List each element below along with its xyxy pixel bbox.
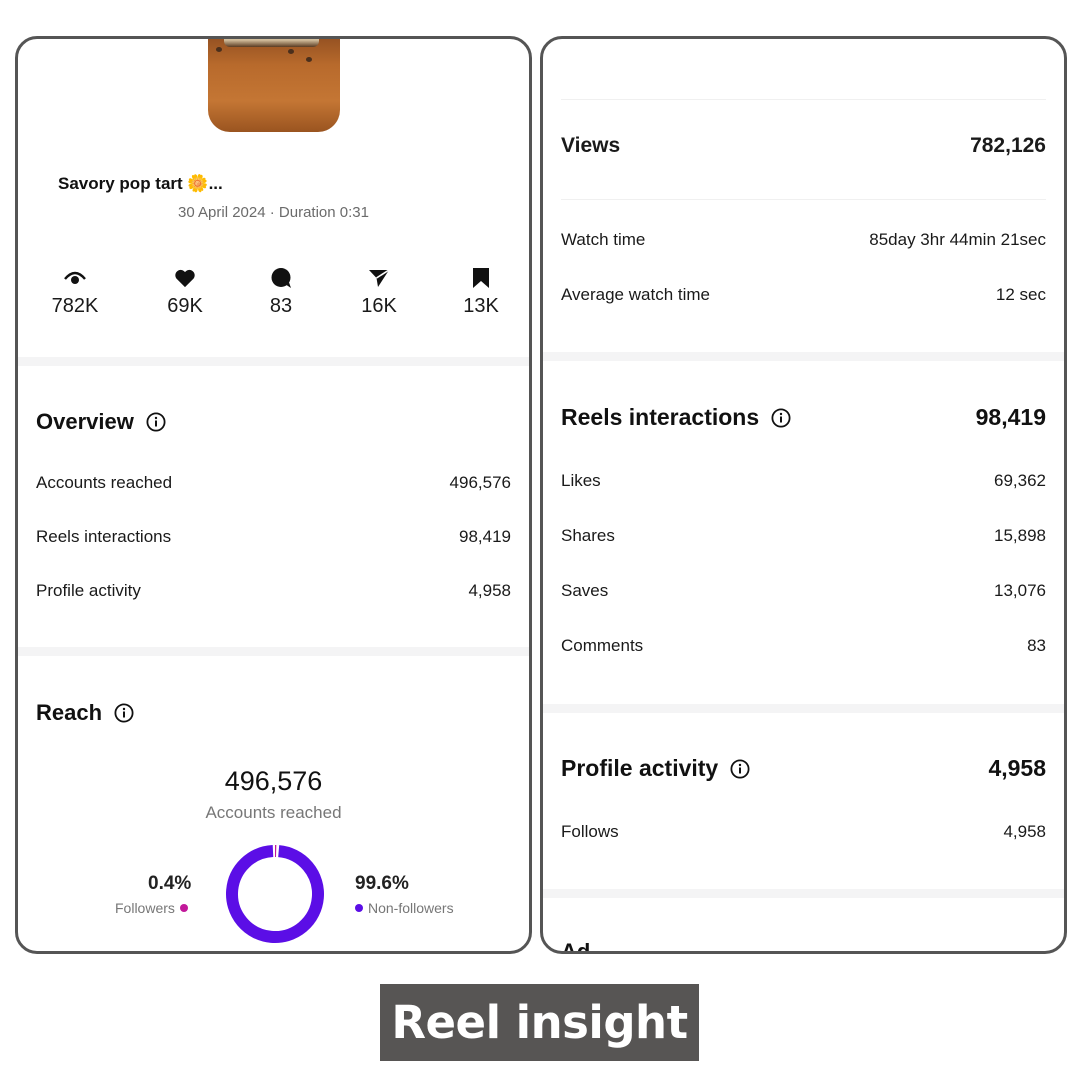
row-label: Follows [561, 822, 619, 841]
overview-row-profile-activity[interactable]: Profile activity 4,958 [36, 581, 511, 601]
stat-value: 69K [167, 295, 203, 317]
followers-percent: 0.4% [148, 873, 192, 894]
reels-interactions-title: Reels interactions [561, 404, 760, 430]
follows-row[interactable]: Follows 4,958 [561, 822, 1046, 842]
average-watch-time-row[interactable]: Average watch time 12 sec [561, 285, 1046, 305]
likes-row[interactable]: Likes 69,362 [561, 471, 1046, 491]
reach-title: Reach [36, 700, 134, 726]
bookmark-icon [436, 264, 526, 292]
stat-value: 782K [51, 295, 99, 317]
reel-meta: 30 April 2024 · Duration 0:31 [178, 204, 369, 221]
followers-label: Followers [115, 900, 175, 916]
section-separator [543, 352, 1064, 361]
row-label: Profile activity [36, 581, 141, 600]
views-row[interactable]: Views 782,126 [561, 134, 1046, 158]
views-label: Views [561, 134, 621, 157]
ad-section-title-partial: Ad [561, 939, 591, 954]
reels-interactions-total: 98,419 [975, 404, 1046, 430]
info-icon[interactable] [114, 703, 134, 723]
row-label: Shares [561, 526, 615, 545]
row-value: 4,958 [468, 581, 511, 600]
reel-thumbnail[interactable] [208, 39, 340, 132]
row-label: Comments [561, 636, 644, 655]
share-icon [334, 264, 424, 292]
nonfollowers-label: Non-followers [368, 900, 454, 916]
followers-dot [179, 904, 188, 912]
row-value: 85day 3hr 44min 21sec [869, 230, 1046, 249]
row-value: 15,898 [994, 526, 1046, 545]
row-label: Reels interactions [36, 527, 172, 546]
stat-comments: 83 [236, 264, 326, 318]
divider [561, 199, 1046, 200]
heart-icon [140, 264, 230, 292]
row-label: Likes [561, 471, 601, 490]
info-icon[interactable] [771, 407, 791, 428]
stat-value: 16K [361, 295, 397, 317]
profile-activity-total: 4,958 [988, 755, 1046, 781]
nonfollowers-dot [355, 904, 363, 912]
reel-insight-banner: Reel insight [380, 984, 699, 1061]
overview-title: Overview [36, 409, 166, 435]
overview-title-text: Overview [36, 409, 134, 434]
eye-icon [30, 264, 120, 292]
reach-total: 496,576 [224, 766, 323, 796]
comment-icon [236, 264, 326, 292]
row-value: 83 [1027, 636, 1046, 655]
watch-time-row[interactable]: Watch time 85day 3hr 44min 21sec [561, 230, 1046, 250]
stat-shares: 16K [334, 264, 424, 318]
row-value: 13,076 [994, 581, 1046, 600]
row-label: Average watch time [561, 285, 710, 304]
section-separator [18, 357, 529, 366]
section-separator [543, 704, 1064, 713]
reach-total-label: Accounts reached [205, 803, 342, 822]
overview-row-reels-interactions[interactable]: Reels interactions 98,419 [36, 527, 511, 547]
row-label: Accounts reached [36, 473, 173, 492]
stat-likes: 69K [140, 264, 230, 318]
section-separator [543, 889, 1064, 898]
reach-donut-chart [226, 845, 324, 943]
info-icon[interactable] [730, 758, 750, 779]
shares-row[interactable]: Shares 15,898 [561, 526, 1046, 546]
nonfollowers-legend: Non-followers [355, 900, 454, 916]
row-value: 4,958 [1003, 822, 1046, 841]
profile-activity-title: Profile activity [561, 755, 719, 781]
row-value: 69,362 [994, 471, 1046, 490]
stat-value: 13K [463, 295, 499, 317]
reel-stats: 782K 69K 83 16K 13K [18, 264, 529, 334]
profile-activity-header[interactable]: Profile activity 4,958 [561, 755, 1046, 782]
followers-legend: Followers [115, 900, 188, 916]
reel-title: Savory pop tart 🌼... [58, 174, 223, 193]
stat-value: 83 [269, 295, 293, 317]
views-value: 782,126 [970, 134, 1046, 157]
stat-views: 782K [30, 264, 120, 318]
row-value: 12 sec [995, 285, 1046, 304]
reach-title-text: Reach [36, 700, 103, 725]
comments-row[interactable]: Comments 83 [561, 636, 1046, 656]
row-label: Saves [561, 581, 609, 600]
info-icon[interactable] [146, 412, 166, 432]
donut-segment-nonfollowers [226, 845, 324, 943]
divider [561, 99, 1046, 100]
section-separator [18, 647, 529, 656]
right-insights-panel[interactable]: Views 782,126 Watch time 85day 3hr 44min… [540, 36, 1067, 954]
reels-interactions-header[interactable]: Reels interactions 98,419 [561, 404, 1046, 431]
overview-row-accounts-reached[interactable]: Accounts reached 496,576 [36, 473, 511, 493]
nonfollowers-percent: 99.6% [355, 873, 409, 894]
saves-row[interactable]: Saves 13,076 [561, 581, 1046, 601]
row-value: 98,419 [459, 527, 511, 546]
row-value: 496,576 [449, 473, 511, 492]
stat-saves: 13K [436, 264, 526, 318]
left-insights-panel[interactable]: Savory pop tart 🌼... 30 April 2024 · Dur… [15, 36, 532, 954]
banner-text: Reel insight [391, 996, 688, 1049]
row-label: Watch time [561, 230, 646, 249]
